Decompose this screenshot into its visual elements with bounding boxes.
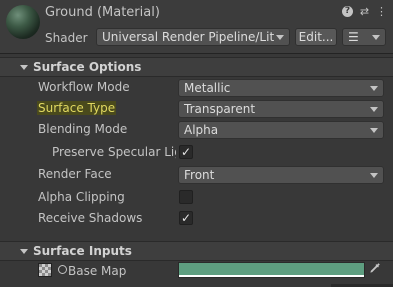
preserve-specular-row: Preserve Specular Lighting ✓ (0, 143, 393, 163)
surface-type-value: Transparent (184, 102, 256, 116)
surface-options-title: Surface Options (33, 60, 142, 74)
shader-list-dropdown[interactable]: ☰ (342, 28, 386, 46)
surface-inputs-title: Surface Inputs (33, 244, 132, 258)
preserve-specular-label: Preserve Specular Lighting (52, 145, 176, 159)
blending-mode-label: Blending Mode (38, 122, 128, 136)
receive-shadows-row: Receive Shadows ✓ (0, 209, 393, 229)
edit-shader-button[interactable]: Edit... (295, 28, 337, 46)
blending-mode-value: Alpha (184, 123, 219, 137)
workflow-mode-dropdown[interactable]: Metallic (178, 79, 384, 97)
chevron-down-icon (370, 173, 378, 178)
alpha-clipping-label: Alpha Clipping (38, 190, 125, 204)
surface-options-foldout[interactable]: Surface Options (0, 57, 393, 77)
chevron-down-icon (276, 35, 284, 40)
shader-dropdown-value: Universal Render Pipeline/Lit (102, 30, 275, 44)
surface-type-row: Surface Type Transparent (0, 99, 393, 119)
material-preview-icon (6, 5, 40, 39)
workflow-mode-label: Workflow Mode (38, 80, 130, 94)
render-face-value: Front (184, 168, 215, 182)
render-face-dropdown[interactable]: Front (178, 166, 384, 184)
workflow-mode-value: Metallic (184, 81, 231, 95)
foldout-arrow-icon (20, 65, 28, 70)
workflow-mode-row: Workflow Mode Metallic (0, 78, 393, 98)
material-title: Ground (Material) (45, 5, 160, 20)
surface-type-dropdown[interactable]: Transparent (178, 100, 384, 118)
preset-icon[interactable]: ⇄ (359, 6, 370, 17)
receive-shadows-label: Receive Shadows (38, 211, 143, 225)
shader-label: Shader (45, 31, 88, 45)
chevron-down-icon (370, 128, 378, 133)
material-header: Ground (Material) ? ⇄ ⋮ Shader Universal… (0, 0, 393, 54)
chevron-down-icon (370, 107, 378, 112)
blending-mode-row: Blending Mode Alpha (0, 120, 393, 140)
preserve-specular-checkbox[interactable]: ✓ (179, 145, 193, 159)
alpha-clipping-checkbox[interactable] (179, 190, 193, 204)
chevron-down-icon (372, 35, 380, 40)
render-face-label: Render Face (38, 167, 112, 181)
list-icon: ☰ (348, 30, 359, 44)
more-options-icon[interactable]: ⋮ (376, 6, 387, 17)
alpha-bar (179, 275, 364, 277)
surface-type-label: Surface Type (37, 101, 117, 115)
base-map-row: Base Map (0, 262, 170, 282)
receive-shadows-checkbox[interactable]: ✓ (179, 211, 193, 225)
header-icons: ? ⇄ ⋮ (342, 6, 387, 17)
help-icon[interactable]: ? (342, 6, 353, 17)
alpha-clipping-row: Alpha Clipping (0, 188, 393, 208)
blending-mode-dropdown[interactable]: Alpha (178, 121, 384, 139)
chevron-down-icon (370, 86, 378, 91)
base-map-color-field[interactable] (178, 262, 365, 278)
eyedropper-icon[interactable] (366, 262, 384, 278)
shader-dropdown[interactable]: Universal Render Pipeline/Lit (96, 28, 290, 46)
surface-inputs-foldout[interactable]: Surface Inputs (0, 241, 393, 261)
base-map-label: Base Map (68, 264, 127, 278)
foldout-arrow-icon (20, 249, 28, 254)
render-face-row: Render Face Front (0, 165, 393, 185)
